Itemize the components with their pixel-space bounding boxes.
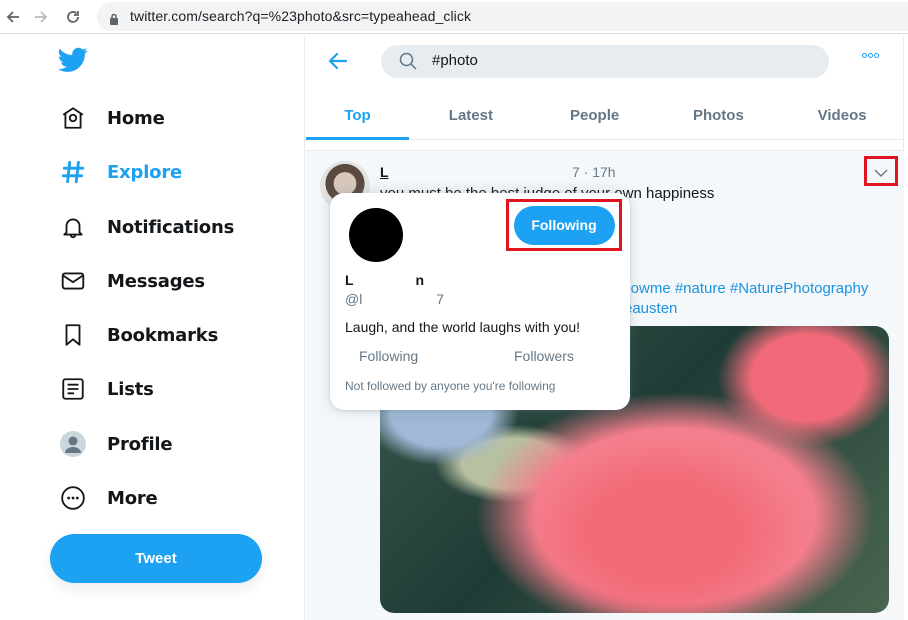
hovercard-following-link[interactable]: Following bbox=[359, 348, 418, 364]
sidebar-item-label: Home bbox=[107, 107, 165, 129]
profile-hovercard: Following L n @l 7 Laugh, and the world … bbox=[330, 193, 630, 410]
tweet-meta: 7 · 17h bbox=[572, 164, 616, 180]
sidebar: Home Explore Notifications Messages Book bbox=[0, 35, 305, 620]
page: twitter.com/search?q=%23photo&src=typeah… bbox=[0, 0, 908, 620]
tab-photos[interactable]: Photos bbox=[657, 91, 781, 139]
hovercard-name[interactable]: L n bbox=[345, 272, 424, 288]
sidebar-item-label: Messages bbox=[107, 270, 205, 292]
sidebar-item-home[interactable]: Home bbox=[58, 98, 165, 138]
tab-people[interactable]: People bbox=[533, 91, 657, 139]
sidebar-item-label: Bookmarks bbox=[107, 324, 219, 346]
more-circle-icon bbox=[58, 483, 88, 513]
sidebar-item-profile[interactable]: Profile bbox=[58, 424, 173, 464]
chevron-down-icon bbox=[874, 162, 888, 181]
tweet-options-caret-highlight[interactable] bbox=[864, 156, 898, 186]
sidebar-item-notifications[interactable]: Notifications bbox=[58, 207, 234, 247]
sidebar-item-label: Explore bbox=[107, 161, 183, 183]
home-icon bbox=[58, 103, 88, 133]
sidebar-item-label: Notifications bbox=[107, 216, 235, 238]
sidebar-item-explore[interactable]: Explore bbox=[58, 152, 182, 192]
search-query: #photo bbox=[432, 52, 478, 69]
sidebar-item-label: Profile bbox=[107, 433, 173, 455]
hashtag-icon bbox=[58, 157, 88, 187]
hovercard-bio: Laugh, and the world laughs with you! bbox=[345, 319, 581, 335]
browser-toolbar: twitter.com/search?q=%23photo&src=typeah… bbox=[0, 0, 908, 34]
tab-top[interactable]: Top bbox=[306, 91, 409, 140]
bookmark-icon bbox=[58, 320, 88, 350]
sidebar-item-label: More bbox=[107, 487, 158, 509]
address-bar[interactable]: twitter.com/search?q=%23photo&src=typeah… bbox=[97, 2, 908, 31]
sidebar-item-messages[interactable]: Messages bbox=[58, 261, 205, 301]
tab-latest[interactable]: Latest bbox=[409, 91, 533, 139]
hovercard-followed-note: Not followed by anyone you're following bbox=[345, 379, 556, 393]
reload-icon[interactable] bbox=[62, 6, 84, 28]
sidebar-item-lists[interactable]: Lists bbox=[58, 369, 154, 409]
more-options-icon[interactable] bbox=[862, 53, 879, 58]
sidebar-item-more[interactable]: More bbox=[58, 478, 158, 518]
hovercard-avatar[interactable] bbox=[349, 208, 403, 262]
list-icon bbox=[58, 374, 88, 404]
url-text: twitter.com/search?q=%23photo&src=typeah… bbox=[130, 8, 472, 24]
arrow-left-icon[interactable] bbox=[2, 6, 24, 28]
lock-icon bbox=[109, 10, 119, 29]
search-tabs: Top Latest People Photos Videos bbox=[306, 91, 904, 140]
back-arrow-icon[interactable] bbox=[326, 49, 350, 73]
arrow-right-icon[interactable] bbox=[30, 6, 52, 28]
following-button-highlight: Following bbox=[506, 199, 622, 251]
envelope-icon bbox=[58, 266, 88, 296]
sidebar-item-label: Lists bbox=[107, 378, 154, 400]
tweet-button[interactable]: Tweet bbox=[50, 534, 262, 583]
tab-videos[interactable]: Videos bbox=[780, 91, 904, 139]
hovercard-followers-link[interactable]: Followers bbox=[514, 348, 574, 364]
hovercard-handle[interactable]: @l 7 bbox=[345, 291, 444, 307]
twitter-bird-icon[interactable] bbox=[58, 47, 88, 77]
bell-icon bbox=[58, 212, 88, 242]
search-icon bbox=[399, 52, 417, 74]
following-button[interactable]: Following bbox=[513, 205, 615, 245]
avatar-icon bbox=[58, 429, 88, 459]
tweet-author-name[interactable]: L bbox=[380, 164, 389, 180]
sidebar-item-bookmarks[interactable]: Bookmarks bbox=[58, 315, 218, 355]
search-input[interactable]: #photo bbox=[381, 45, 829, 78]
